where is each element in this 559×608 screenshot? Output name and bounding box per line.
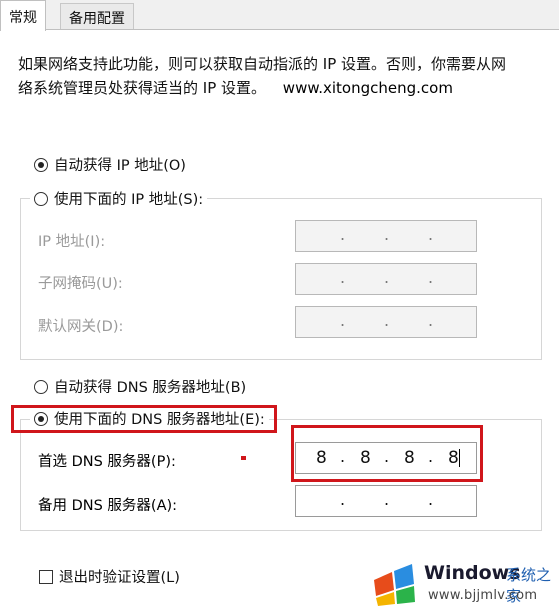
auto-ip-label: 自动获得 IP 地址(O) [54, 158, 186, 174]
tab-general[interactable]: 常规 [0, 0, 46, 31]
manual-ip-option[interactable]: 使用下面的 IP 地址(S): [30, 188, 208, 209]
description-line-2: 络系统管理员处获得适当的 IP 设置。 [18, 79, 267, 97]
validate-option[interactable]: 退出时验证设置(L) [39, 566, 180, 587]
manual-ip-radio[interactable] [34, 192, 48, 206]
auto-dns-option[interactable]: 自动获得 DNS 服务器地址(B) [34, 376, 246, 397]
highlight-preferred-dns [291, 425, 483, 482]
subnet-mask-input[interactable]: ... [295, 263, 477, 295]
auto-ip-radio[interactable] [34, 158, 48, 172]
description-line-1: 如果网络支持此功能，则可以获取自动指派的 IP 设置。否则，你需要从网 [18, 55, 507, 73]
auto-dns-radio[interactable] [34, 380, 48, 394]
default-gateway-input[interactable]: ... [295, 306, 477, 338]
highlight-manual-dns-option [11, 405, 277, 433]
windows-watermark-logo: Windows 系统之家 www.bjjmlv.com [368, 558, 559, 608]
preferred-dns-label: 首选 DNS 服务器(P): [38, 454, 176, 470]
auto-dns-label: 自动获得 DNS 服务器地址(B) [54, 380, 247, 396]
tab-alternate-config[interactable]: 备用配置 [60, 3, 134, 29]
tab-bar: 常规 备用配置 [0, 0, 559, 31]
alternate-dns-label: 备用 DNS 服务器(A): [38, 498, 178, 514]
validate-label: 退出时验证设置(L) [59, 570, 180, 586]
description-text: 如果网络支持此功能，则可以获取自动指派的 IP 设置。否则，你需要从网 络系统管… [18, 52, 538, 100]
site-watermark: www.xitongcheng.com [282, 79, 453, 97]
ip-address-label: IP 地址(I): [38, 234, 106, 250]
highlight-marker [241, 456, 246, 460]
logo-url: www.bjjmlv.com [428, 588, 538, 603]
subnet-mask-label: 子网掩码(U): [38, 276, 123, 292]
windows-logo-icon [374, 564, 415, 606]
general-panel: 如果网络支持此功能，则可以获取自动指派的 IP 设置。否则，你需要从网 络系统管… [0, 29, 559, 608]
auto-ip-option[interactable]: 自动获得 IP 地址(O) [34, 154, 186, 175]
ip-address-input[interactable]: ... [295, 220, 477, 252]
validate-checkbox[interactable] [39, 570, 53, 584]
alternate-dns-input[interactable]: ... [295, 485, 477, 517]
manual-ip-label: 使用下面的 IP 地址(S): [54, 192, 204, 208]
default-gateway-label: 默认网关(D): [38, 319, 124, 335]
